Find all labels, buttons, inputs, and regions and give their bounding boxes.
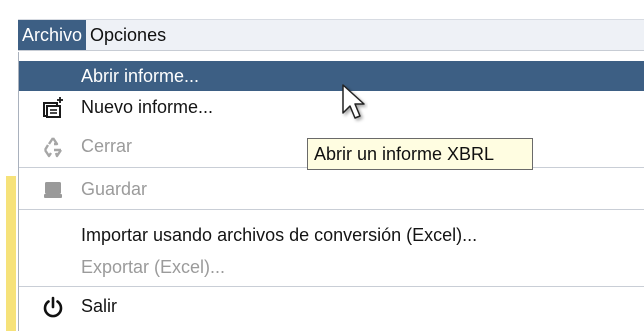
menu-item-nuevo-informe[interactable]: Nuevo informe... (19, 92, 644, 122)
file-menu-dropdown: Abrir informe... Nuevo informe... Cerrar… (18, 52, 644, 331)
mouse-cursor-icon (342, 84, 365, 119)
recycle-icon (41, 135, 65, 159)
menu-item-label: Salir (81, 295, 118, 316)
menu-item-importar-excel[interactable]: Importar usando archivos de conversión (… (19, 220, 644, 250)
menu-item-label: Importar usando archivos de conversión (… (81, 224, 478, 245)
tooltip: Abrir un informe XBRL (307, 138, 533, 170)
save-icon (41, 178, 65, 202)
menu-item-label: Guardar (81, 178, 148, 199)
menu-item-exportar-excel[interactable]: Exportar (Excel)... (19, 252, 644, 282)
menu-separator (19, 286, 644, 287)
background-yellow-strip (6, 176, 16, 331)
power-icon (41, 295, 65, 319)
menu-item-label: Abrir informe... (81, 65, 200, 86)
new-report-icon (41, 96, 65, 120)
menu-item-salir[interactable]: Salir (19, 291, 644, 321)
menu-archivo[interactable]: Archivo (18, 20, 87, 50)
menu-item-guardar[interactable]: Guardar (19, 174, 644, 204)
menu-opciones[interactable]: Opciones (86, 20, 170, 50)
menubar: Archivo Opciones (18, 19, 644, 51)
menu-item-label: Nuevo informe... (81, 96, 214, 117)
menu-separator (19, 209, 644, 210)
menu-item-label: Exportar (Excel)... (81, 256, 226, 277)
menu-item-abrir-informe[interactable]: Abrir informe... (19, 61, 644, 91)
application-window: Archivo Opciones Abrir informe... Nuevo … (0, 0, 644, 331)
menu-item-label: Cerrar (81, 135, 133, 156)
